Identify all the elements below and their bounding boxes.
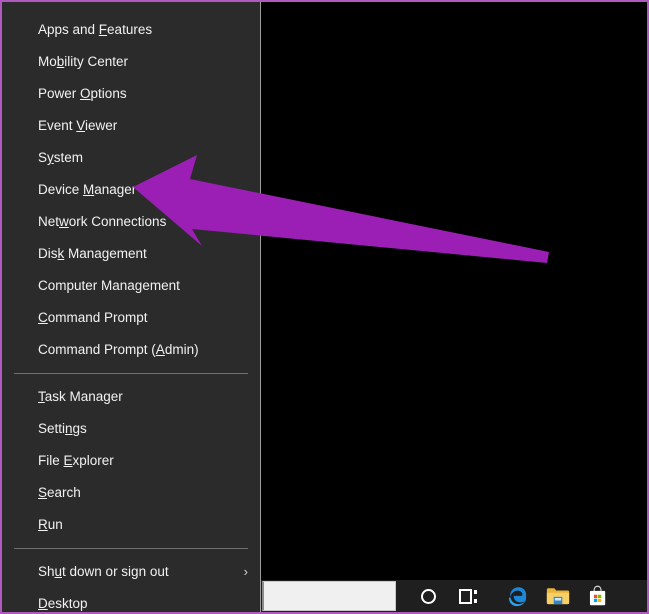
- search-input[interactable]: [262, 581, 396, 611]
- power-user-menu[interactable]: Apps and Features Mobility Center Power Op…: [2, 2, 261, 612]
- menu-item-label: Shut down or sign out: [38, 564, 169, 579]
- menu-item-label: File Explorer: [38, 453, 114, 468]
- menu-item-mobility-center[interactable]: Mobility Center: [2, 46, 260, 78]
- microsoft-store-icon: [589, 585, 606, 606]
- menu-item-command-prompt-admin[interactable]: Command Prompt (Admin): [2, 334, 260, 366]
- file-explorer-button[interactable]: [538, 580, 578, 612]
- microsoft-store-button[interactable]: [578, 580, 618, 612]
- menu-item-label: Command Prompt: [38, 310, 148, 325]
- menu-item-label: Settings: [38, 421, 87, 436]
- edge-button[interactable]: [498, 580, 538, 612]
- file-explorer-icon: [546, 588, 570, 605]
- menu-item-desktop[interactable]: Desktop: [2, 588, 260, 612]
- edge-icon: [509, 587, 527, 607]
- task-view-icon: [459, 588, 477, 604]
- menu-item-event-viewer[interactable]: Event Viewer: [2, 110, 260, 142]
- menu-item-label: Power Options: [38, 86, 127, 101]
- menu-separator-2: [14, 548, 248, 549]
- menu-item-task-manager[interactable]: Task Manager: [2, 381, 260, 413]
- menu-item-label: Command Prompt (Admin): [38, 342, 199, 357]
- menu-item-computer-management[interactable]: Computer Management: [2, 270, 260, 302]
- cortana-button[interactable]: [408, 580, 448, 612]
- menu-item-label: Mobility Center: [38, 54, 129, 69]
- menu-item-label: Device Manager: [38, 182, 137, 197]
- menu-item-label: Task Manager: [38, 389, 123, 404]
- menu-group-system: Apps and Features Mobility Center Power Op…: [2, 2, 260, 366]
- menu-item-label: Search: [38, 485, 81, 500]
- taskbar-spacer: [396, 580, 408, 612]
- cortana-icon: [420, 588, 436, 604]
- menu-separator-1: [14, 373, 248, 374]
- chevron-right-icon: ›: [243, 564, 248, 579]
- menu-item-power-options[interactable]: Power Options: [2, 78, 260, 110]
- menu-item-disk-management[interactable]: Disk Management: [2, 238, 260, 270]
- menu-group-tools: Task Manager Settings File Explorer Search R…: [2, 381, 260, 541]
- menu-item-label: Desktop: [38, 596, 88, 611]
- menu-item-device-manager[interactable]: Device Manager: [2, 174, 260, 206]
- menu-item-label: Event Viewer: [38, 118, 118, 133]
- menu-item-label: Computer Management: [38, 278, 180, 293]
- menu-item-settings[interactable]: Settings: [2, 413, 260, 445]
- menu-item-label: Disk Management: [38, 246, 147, 261]
- menu-item-system[interactable]: System: [2, 142, 260, 174]
- menu-item-shut-down-or-sign-out[interactable]: Shut down or sign out ›: [2, 556, 260, 588]
- task-view-button[interactable]: [448, 580, 488, 612]
- menu-item-run[interactable]: Run: [2, 509, 260, 541]
- screenshot-root: Apps and Features Mobility Center Power Op…: [0, 0, 649, 614]
- menu-item-label: System: [38, 150, 84, 165]
- menu-group-session: Shut down or sign out › Desktop: [2, 556, 260, 612]
- menu-item-file-explorer[interactable]: File Explorer: [2, 445, 260, 477]
- menu-item-apps-and-features[interactable]: Apps and Features: [2, 14, 260, 46]
- menu-item-label: Apps and Features: [38, 22, 153, 37]
- menu-item-label: Run: [38, 517, 63, 532]
- menu-item-command-prompt[interactable]: Command Prompt: [2, 302, 260, 334]
- menu-item-label: Network Connections: [38, 214, 167, 229]
- taskbar-spacer-2: [488, 580, 498, 612]
- menu-item-network-connections[interactable]: Network Connections: [2, 206, 260, 238]
- taskbar[interactable]: [261, 580, 647, 612]
- menu-item-search[interactable]: Search: [2, 477, 260, 509]
